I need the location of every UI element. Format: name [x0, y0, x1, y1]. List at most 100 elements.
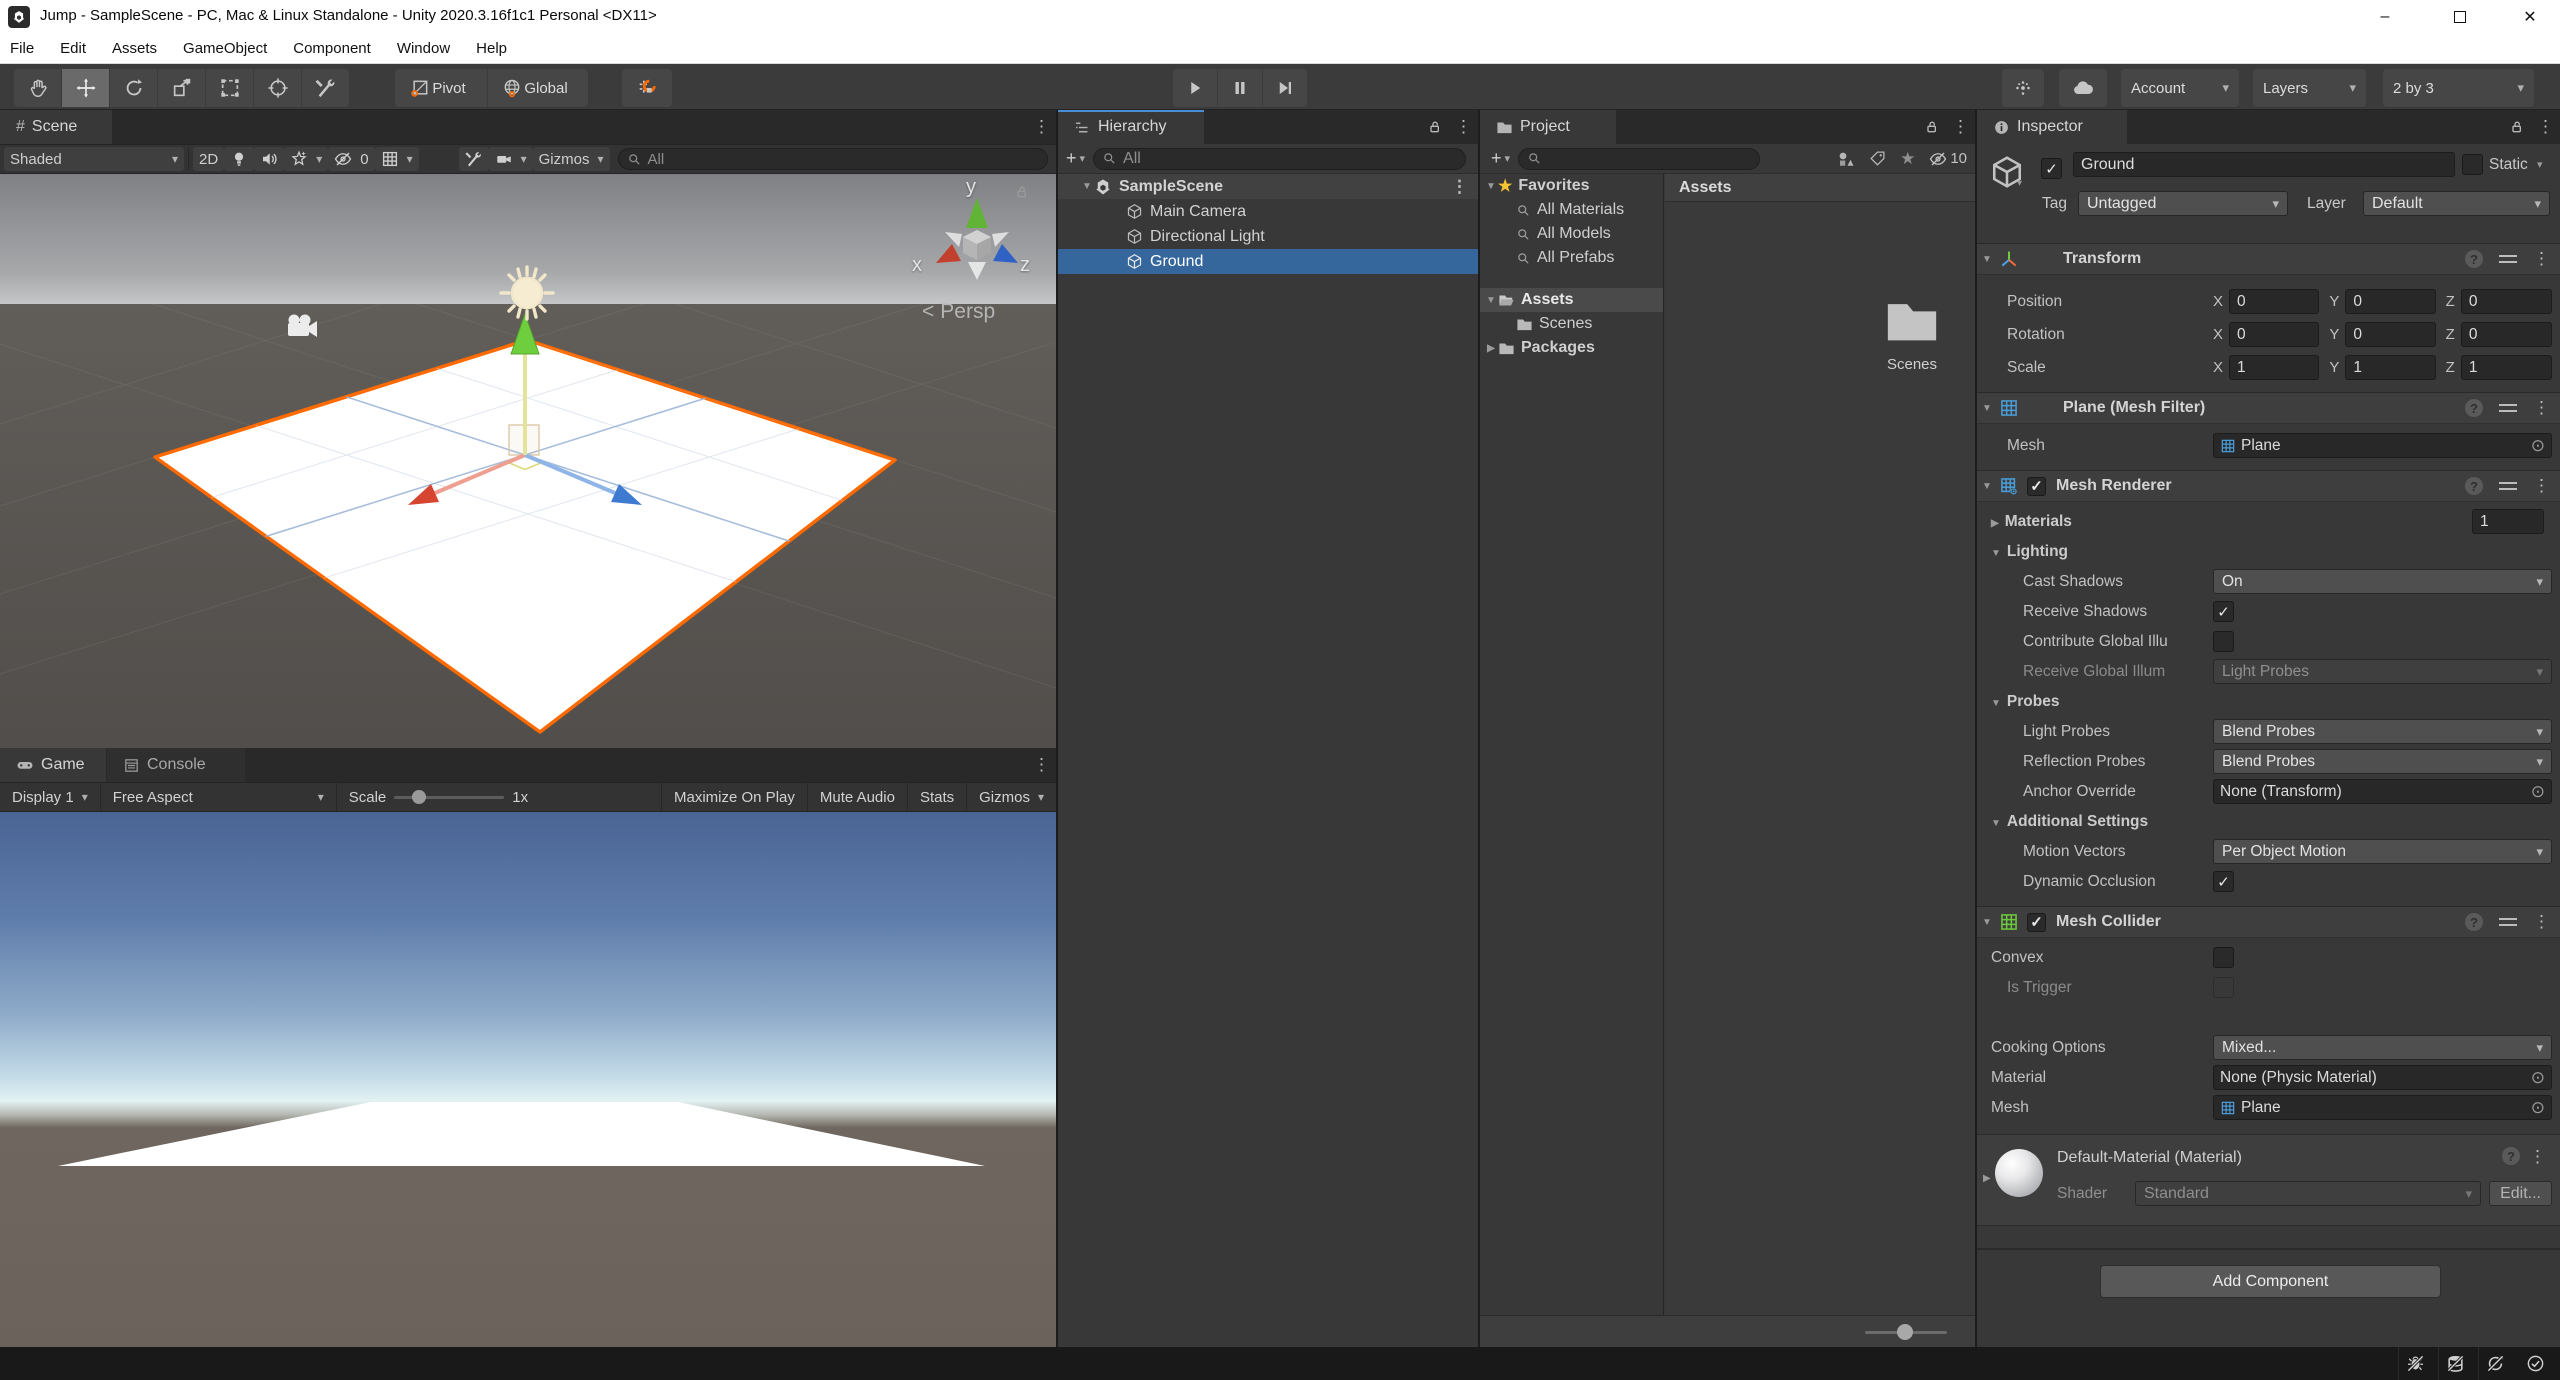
cloud-collab-button[interactable]: [2059, 69, 2107, 107]
rotation-x-field[interactable]: 0: [2229, 322, 2319, 347]
help-icon[interactable]: ?: [2465, 477, 2483, 495]
aspect-dropdown[interactable]: Free Aspect ▾: [101, 783, 337, 811]
chevron-down-icon[interactable]: ▾: [2537, 158, 2543, 171]
move-tool-button[interactable]: [62, 69, 109, 107]
scene-gizmos-dropdown[interactable]: Gizmos▾: [533, 147, 610, 171]
menu-help[interactable]: Help: [476, 40, 507, 57]
scene-audio-toggle[interactable]: [254, 147, 284, 171]
kebab-menu-icon[interactable]: ⋮: [1451, 177, 1468, 197]
reflection-probes-dropdown[interactable]: Blend Probes▾: [2213, 749, 2552, 774]
tab-scene[interactable]: # Scene: [0, 110, 112, 144]
scale-x-field[interactable]: 1: [2229, 355, 2319, 380]
kebab-menu-icon[interactable]: ⋮: [2533, 249, 2550, 269]
rotation-y-field[interactable]: 0: [2345, 322, 2435, 347]
tag-dropdown[interactable]: Untagged ▾: [2078, 191, 2288, 216]
cache-server-button[interactable]: [2438, 1347, 2472, 1380]
materials-count-field[interactable]: 1: [2472, 509, 2544, 534]
kebab-menu-icon[interactable]: ⋮: [1455, 117, 1472, 137]
auto-refresh-button[interactable]: [2478, 1347, 2512, 1380]
rect-tool-button[interactable]: [206, 69, 253, 107]
foldout-closed-icon[interactable]: ▶: [1991, 518, 1999, 529]
help-icon[interactable]: ?: [2465, 399, 2483, 417]
presets-icon[interactable]: [2499, 252, 2517, 266]
help-icon[interactable]: ?: [2502, 1147, 2520, 1165]
layout-dropdown[interactable]: 2 by 3 ▾: [2383, 69, 2534, 107]
component-enabled-checkbox[interactable]: ✓: [2027, 913, 2046, 932]
scale-z-field[interactable]: 1: [2461, 355, 2552, 380]
kebab-menu-icon[interactable]: ⋮: [2533, 476, 2550, 496]
scenes-folder-item[interactable]: Scenes: [1877, 292, 1947, 373]
preset-button[interactable]: [2002, 69, 2044, 107]
scene-viewport[interactable]: y x z < Persp: [0, 174, 1056, 748]
scale-slider[interactable]: [394, 796, 504, 799]
tab-inspector[interactable]: Inspector: [1977, 110, 2127, 144]
scene-search-input[interactable]: All: [618, 148, 1049, 170]
scene-lighting-toggle[interactable]: [224, 147, 254, 171]
favorite-all-prefabs[interactable]: All Prefabs: [1480, 246, 1663, 270]
hand-tool-button[interactable]: [14, 69, 61, 107]
scene-root-row[interactable]: ▼ SampleScene ⋮: [1058, 174, 1478, 199]
favorite-all-materials[interactable]: All Materials: [1480, 198, 1663, 222]
maximize-on-play-button[interactable]: Maximize On Play: [661, 783, 808, 811]
transform-tool-button[interactable]: [254, 69, 301, 107]
position-z-field[interactable]: 0: [2461, 289, 2552, 314]
materials-row[interactable]: ▶Materials 1: [1977, 508, 2552, 535]
scenes-folder-row[interactable]: Scenes: [1480, 312, 1663, 336]
object-picker-icon[interactable]: ⊙: [2531, 782, 2545, 802]
tab-hierarchy[interactable]: Hierarchy: [1058, 110, 1204, 144]
debugger-detached-button[interactable]: [2398, 1347, 2432, 1380]
collider-mesh-field[interactable]: Plane ⊙: [2213, 1095, 2552, 1120]
2d-toggle-button[interactable]: 2D: [193, 147, 224, 171]
gameobject-name-field[interactable]: Ground: [2073, 152, 2455, 177]
background-tasks-button[interactable]: [2518, 1347, 2552, 1380]
packages-row[interactable]: ▶ Packages: [1480, 336, 1663, 360]
contribute-gi-checkbox[interactable]: [2213, 631, 2234, 652]
foldout-open-icon[interactable]: ▼: [1080, 181, 1094, 192]
game-gizmos-dropdown[interactable]: Gizmos ▾: [967, 783, 1056, 811]
probes-foldout-row[interactable]: ▼Probes: [1977, 688, 2552, 715]
restore-button[interactable]: [2430, 0, 2490, 34]
game-viewport[interactable]: [0, 812, 1056, 1347]
stats-button[interactable]: Stats: [908, 783, 967, 811]
cooking-options-dropdown[interactable]: Mixed...▾: [2213, 1035, 2552, 1060]
grid-snap-button[interactable]: [622, 69, 672, 107]
receive-shadows-checkbox[interactable]: ✓: [2213, 601, 2234, 622]
layers-dropdown[interactable]: Layers ▾: [2253, 69, 2366, 107]
motion-vectors-dropdown[interactable]: Per Object Motion▾: [2213, 839, 2552, 864]
favorites-row[interactable]: ▼ ★ Favorites: [1480, 174, 1663, 198]
convex-checkbox[interactable]: [2213, 947, 2234, 968]
scene-tools-button[interactable]: [459, 147, 489, 171]
perspective-toggle[interactable]: < Persp: [922, 300, 995, 324]
foldout-closed-icon[interactable]: ▶: [1484, 343, 1498, 354]
foldout-open-icon[interactable]: ▼: [1484, 295, 1498, 306]
hidden-packages-toggle[interactable]: 10: [1929, 150, 1967, 168]
menu-file[interactable]: File: [10, 40, 34, 57]
mesh-collider-header[interactable]: ▼ ✓ Mesh Collider ? ⋮: [1977, 906, 2560, 938]
menu-component[interactable]: Component: [293, 40, 371, 57]
scene-grid-dropdown[interactable]: ▾: [375, 147, 419, 171]
menu-window[interactable]: Window: [397, 40, 450, 57]
close-button[interactable]: ✕: [2500, 0, 2560, 34]
create-object-button[interactable]: + ▾: [1066, 148, 1085, 169]
account-dropdown[interactable]: Account ▾: [2121, 69, 2239, 107]
global-toggle-button[interactable]: Global: [488, 69, 588, 107]
lock-icon[interactable]: [1924, 119, 1940, 135]
hierarchy-item-directional-light[interactable]: Directional Light: [1058, 224, 1478, 249]
object-picker-icon[interactable]: ⊙: [2531, 1068, 2545, 1088]
edit-material-button[interactable]: Edit...: [2489, 1181, 2552, 1206]
tab-console[interactable]: Console: [107, 748, 245, 782]
menu-gameobject[interactable]: GameObject: [183, 40, 267, 57]
gizmo-y-label[interactable]: y: [966, 176, 976, 199]
foldout-open-icon[interactable]: ▼: [1991, 818, 2001, 829]
hierarchy-search-input[interactable]: All: [1093, 148, 1466, 170]
scale-tool-button[interactable]: [158, 69, 205, 107]
kebab-menu-icon[interactable]: ⋮: [2529, 1147, 2546, 1167]
help-icon[interactable]: ?: [2465, 913, 2483, 931]
mesh-renderer-header[interactable]: ▼ ✓ Mesh Renderer ? ⋮: [1977, 470, 2560, 502]
minimize-button[interactable]: –: [2355, 0, 2415, 34]
scale-slider-thumb[interactable]: [412, 790, 426, 804]
mesh-filter-header[interactable]: ▼ Plane (Mesh Filter) ? ⋮: [1977, 392, 2560, 424]
lock-icon[interactable]: [2509, 119, 2525, 135]
gizmo-z-label[interactable]: z: [1020, 254, 1030, 277]
help-icon[interactable]: ?: [2465, 250, 2483, 268]
